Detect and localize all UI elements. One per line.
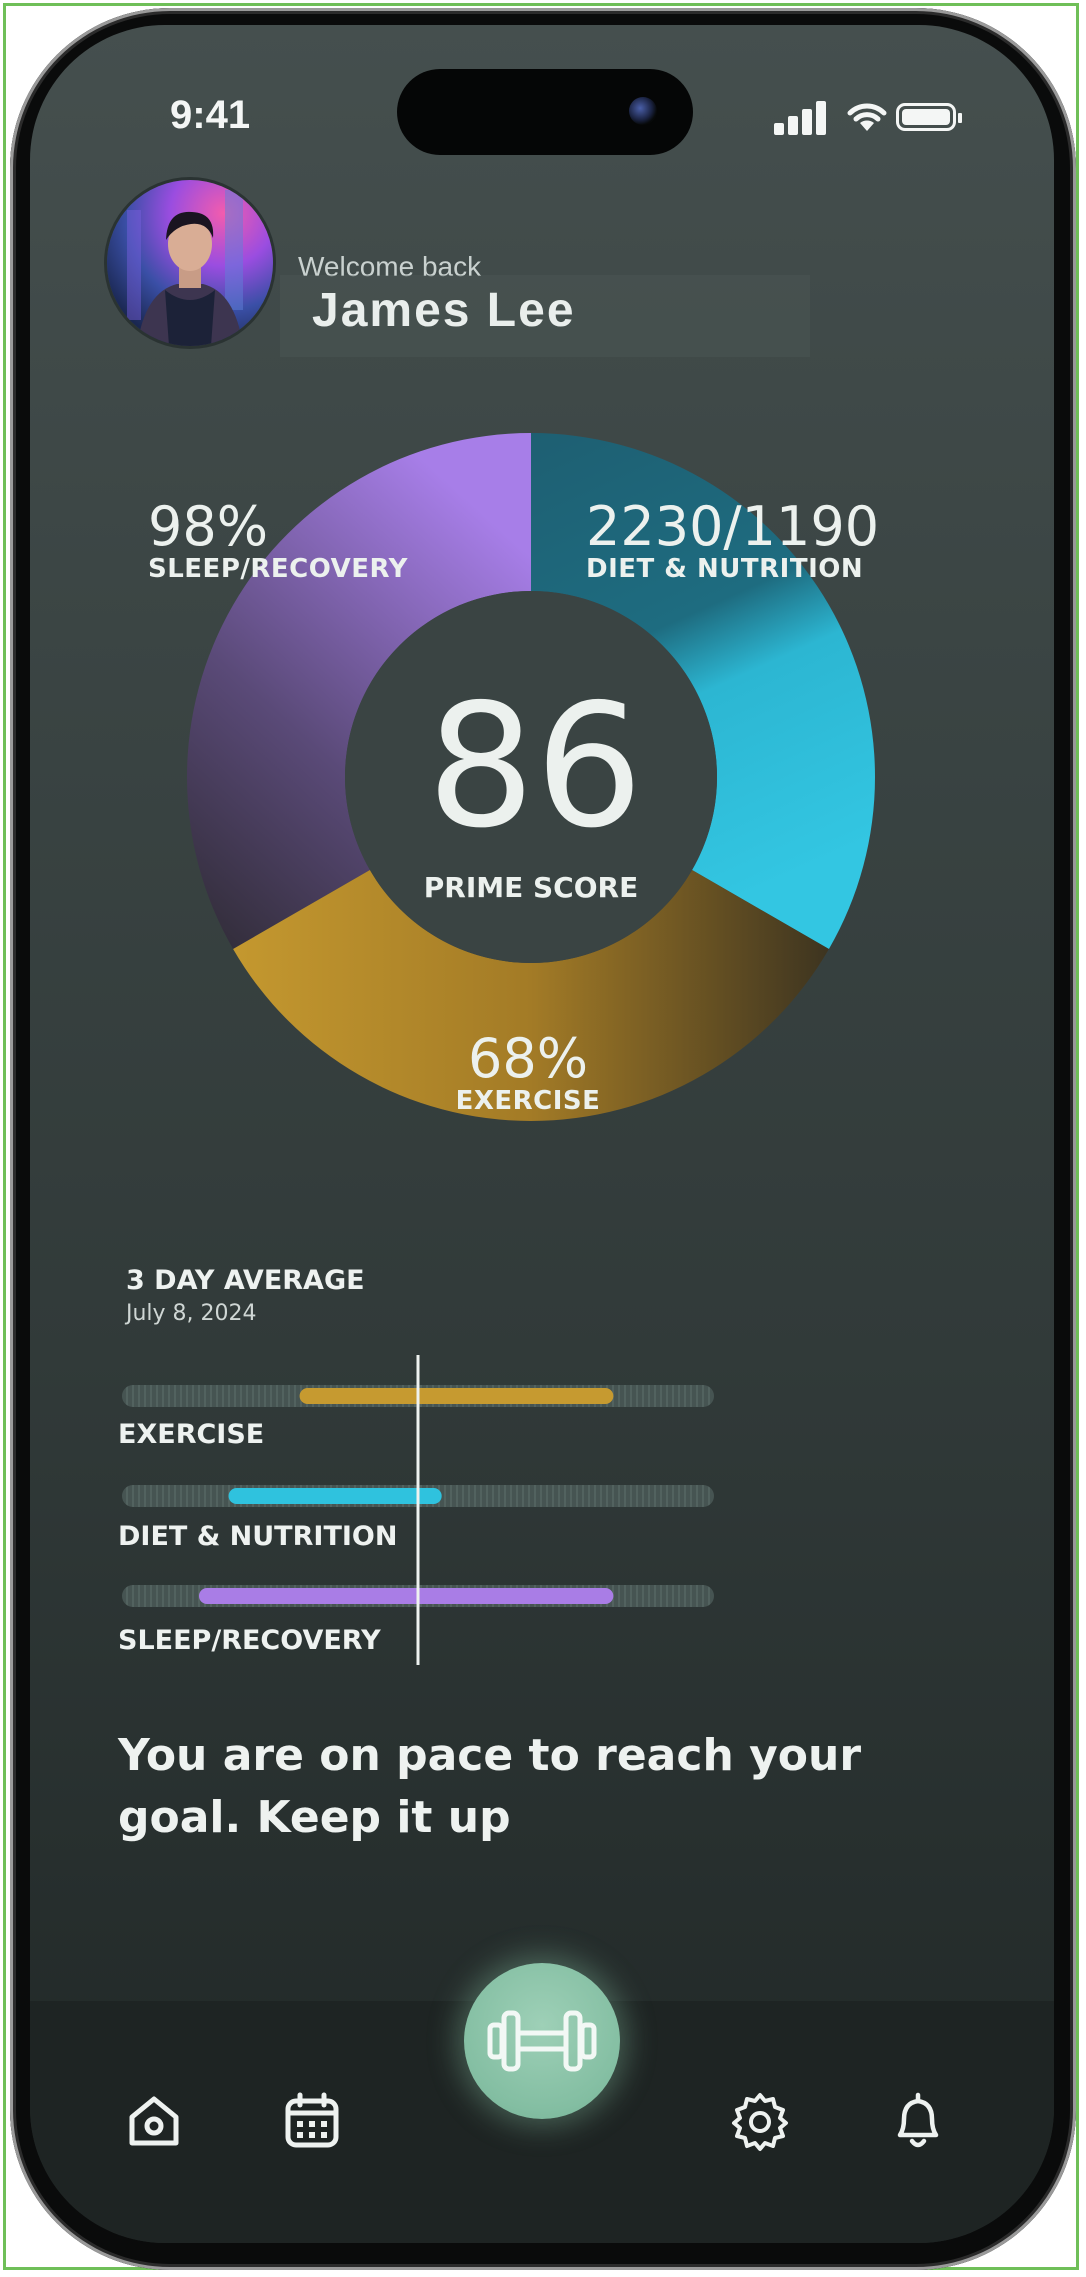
- workout-fab-button[interactable]: [464, 1963, 620, 2119]
- bell-icon[interactable]: [886, 2089, 950, 2153]
- bar-label-sleep-recovery: SLEEP/RECOVERY: [118, 1625, 381, 1656]
- bar-fill-diet-nutrition: [228, 1488, 442, 1504]
- three-day-average-bars: [122, 1355, 714, 1665]
- bar-fill-sleep-recovery: [198, 1588, 614, 1604]
- bar-label-diet-nutrition: DIET & NUTRITION: [118, 1521, 398, 1552]
- bar-fill-exercise: [299, 1388, 614, 1404]
- motivation-message: You are on pace to reach your goal. Keep…: [118, 1730, 862, 1843]
- bar-label-exercise: EXERCISE: [118, 1419, 265, 1450]
- dumbbell-icon: [487, 2010, 597, 2072]
- calendar-icon[interactable]: [280, 2089, 344, 2153]
- settings-icon[interactable]: [728, 2089, 792, 2153]
- home-icon[interactable]: [122, 2089, 186, 2153]
- app-screen: 9:41 Welcome back James Lee 86 PRIME SCO…: [30, 25, 1054, 2243]
